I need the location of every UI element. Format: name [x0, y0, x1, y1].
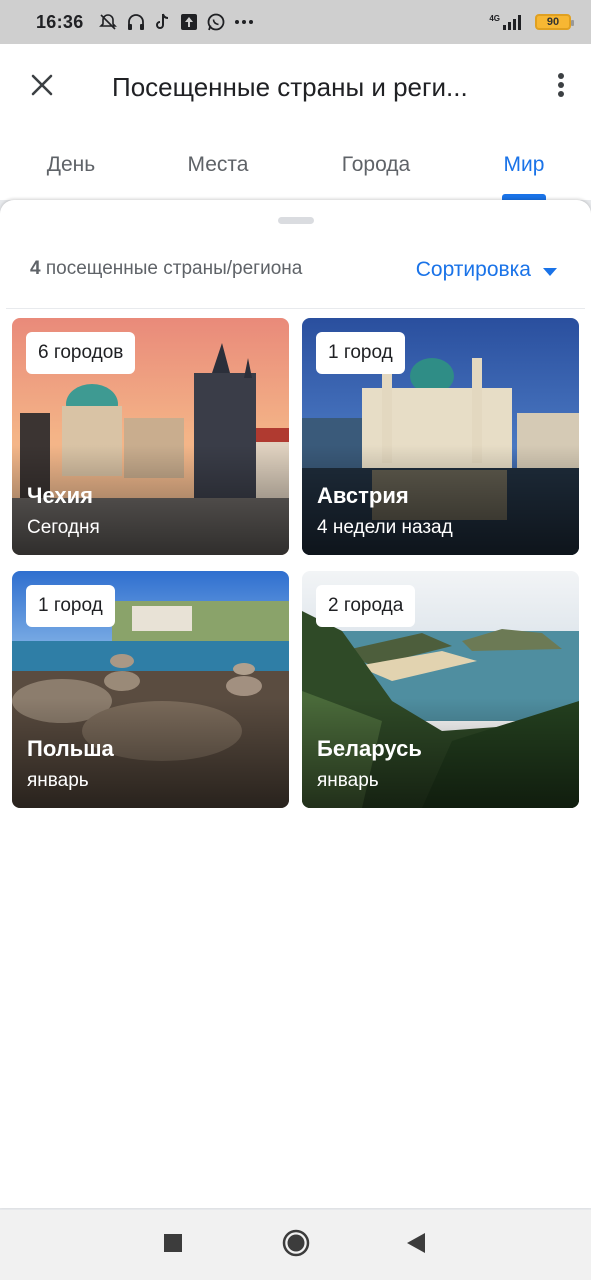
country-name: Польша — [27, 736, 114, 761]
more-vert-icon — [557, 72, 565, 103]
upload-icon — [180, 13, 198, 31]
country-name: Беларусь — [317, 736, 422, 761]
country-card-poland[interactable]: 1 город Польша январь — [12, 571, 289, 808]
status-notification-icons — [98, 12, 254, 32]
sort-label: Сортировка — [415, 258, 531, 281]
system-nav-bar — [0, 1210, 591, 1280]
countries-count: 4 — [30, 258, 41, 279]
battery-indicator: 90 — [535, 14, 574, 30]
more-dots-icon — [234, 19, 254, 25]
dropdown-arrow-icon — [543, 258, 557, 282]
visit-date: 4 недели назад — [317, 517, 453, 538]
cities-count-badge: 1 город — [26, 585, 115, 627]
divider — [6, 308, 585, 309]
page-title: Посещенные страны и реги... — [112, 71, 468, 102]
bottom-sheet: 4 посещенные страны/региона Сортировка 6… — [0, 200, 591, 1208]
drag-handle[interactable] — [278, 217, 314, 224]
tab-bar: День Места Города Мир — [0, 130, 591, 200]
visit-date: январь — [317, 770, 379, 791]
headphones-icon — [126, 12, 146, 32]
status-time: 16:36 — [36, 11, 84, 32]
visit-date: Сегодня — [27, 517, 100, 538]
cities-count-badge: 6 городов — [26, 332, 136, 374]
whatsapp-icon — [206, 12, 226, 32]
close-button[interactable] — [0, 44, 84, 130]
country-card-belarus[interactable]: 2 города Беларусь январь — [302, 571, 579, 808]
cities-count-badge: 1 город — [316, 332, 405, 374]
back-triangle-icon — [407, 1232, 425, 1258]
country-card-czechia[interactable]: 6 городов Чехия Сегодня — [12, 318, 289, 555]
cities-count-badge: 2 города — [316, 585, 416, 627]
signal-icon: 4G — [489, 14, 525, 30]
sort-button[interactable]: Сортировка — [416, 258, 557, 282]
more-options-button[interactable] — [531, 44, 591, 130]
home-button[interactable] — [266, 1210, 326, 1280]
tab-places[interactable]: Места — [158, 130, 278, 200]
recent-apps-button[interactable] — [143, 1210, 203, 1280]
tiktok-icon — [154, 12, 172, 32]
countries-summary: 4 посещенные страны/региона — [30, 258, 302, 280]
close-icon — [31, 74, 53, 101]
country-name: Австрия — [317, 483, 409, 508]
status-bar: 16:36 4G 90 — [0, 0, 591, 44]
app-bar: Посещенные страны и реги... — [0, 44, 591, 130]
back-button[interactable] — [386, 1210, 446, 1280]
alarm-off-icon — [98, 12, 118, 32]
square-icon — [164, 1233, 182, 1257]
tab-cities[interactable]: Города — [312, 130, 440, 200]
country-name: Чехия — [27, 483, 93, 508]
countries-summary-text: посещенные страны/региона — [45, 258, 303, 279]
visit-date: январь — [27, 770, 89, 791]
tab-day[interactable]: День — [12, 130, 130, 200]
circle-home-icon — [282, 1229, 310, 1262]
country-card-austria[interactable]: 1 город Австрия 4 недели назад — [302, 318, 579, 555]
tab-world[interactable]: Мир — [484, 130, 564, 200]
network-type: 4G — [489, 14, 500, 23]
